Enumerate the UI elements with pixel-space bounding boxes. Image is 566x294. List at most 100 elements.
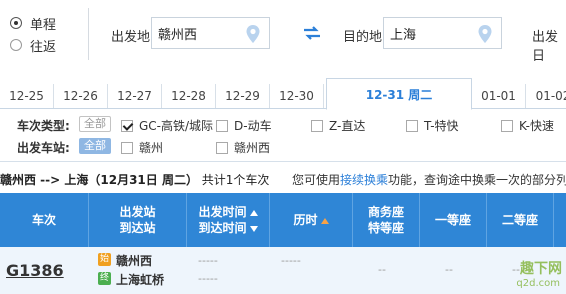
start-station-badge: 始	[98, 253, 111, 266]
to-value: 上海	[390, 27, 417, 43]
th-duration-label: 历时	[293, 213, 318, 227]
radio-button[interactable]	[10, 39, 22, 51]
arrive-time: -----	[198, 272, 218, 285]
radio-round-trip-label: 往返	[30, 39, 57, 55]
route-text: 赣州西 --> 上海（12月31日 周二）	[0, 173, 198, 187]
transfer-hint: 您可使用接续换乘功能，查询途中换乘一次的部分列	[292, 171, 566, 188]
th-arrival-station: 到达站	[119, 221, 156, 235]
filter-station-label: 赣州	[139, 141, 164, 155]
sort-down-icon[interactable]	[249, 225, 258, 232]
checkbox-checked[interactable]	[121, 119, 133, 132]
checkbox[interactable]	[311, 119, 323, 132]
th-duration[interactable]: 历时	[270, 193, 352, 247]
th-second-class-label: 二等座	[501, 213, 538, 227]
th-departure-station: 出发站	[119, 205, 156, 219]
filter-d-checkbox[interactable]: D-动车	[216, 117, 272, 134]
checkbox[interactable]	[121, 141, 133, 154]
date-tab-active[interactable]: 12-31 周二	[326, 78, 472, 110]
th-business-label: 商务座	[367, 205, 404, 219]
divider	[553, 193, 554, 247]
th-depart-time-label: 出发时间	[198, 205, 247, 219]
radio-one-way-label: 单程	[30, 17, 57, 33]
route-summary: 赣州西 --> 上海（12月31日 周二） 共计1个车次	[0, 171, 269, 188]
watermark-url: q2d.com	[516, 278, 560, 289]
filter-d-label: D-动车	[234, 119, 272, 133]
filter-z-label: Z-直达	[329, 119, 366, 133]
to-label: 目的地	[343, 30, 383, 45]
filter-t-checkbox[interactable]: T-特快	[406, 117, 459, 134]
filter-station-label: 赣州西	[234, 141, 271, 155]
swap-icon[interactable]	[303, 26, 321, 40]
end-station-badge: 终	[98, 272, 111, 285]
station-label: 出发车站:	[17, 141, 70, 155]
radio-one-way[interactable]: 单程	[10, 12, 56, 34]
train-type-label: 车次类型:	[17, 119, 70, 133]
date-label: 出发日	[532, 30, 559, 64]
date-tab[interactable]: 01-01	[472, 84, 526, 108]
watermark-logo: 趣下网	[520, 261, 562, 277]
filter-z-checkbox[interactable]: Z-直达	[311, 117, 365, 134]
th-stations: 出发站 到达站	[89, 193, 186, 247]
sort-up-icon[interactable]	[320, 217, 329, 224]
th-arrive-time[interactable]: 到达时间	[198, 220, 258, 236]
radio-button-checked[interactable]	[10, 17, 22, 29]
first-class-seat: --	[445, 263, 453, 276]
trip-type-group: 单程 往返	[10, 12, 56, 56]
departure-station: 赣州西	[116, 254, 153, 268]
table-header: 车次 出发站 到达站 出发时间 到达时间 历时 商务座 特等座 一等座 二等座	[0, 193, 566, 247]
th-times[interactable]: 出发时间 到达时间	[187, 193, 269, 247]
table-row: G1386 始 赣州西 终 上海虹桥 ----- ----- ----- -- …	[0, 247, 566, 294]
checkbox[interactable]	[501, 119, 513, 132]
divider	[88, 8, 89, 60]
arrival-station: 上海虹桥	[116, 273, 165, 287]
date-tab[interactable]: 12-25	[0, 84, 54, 108]
filter-station-ganzhou[interactable]: 赣州	[121, 139, 163, 156]
search-bar: 单程 往返 出发地 赣州西 目的地 上海 出发日	[0, 0, 566, 68]
filter-t-label: T-特快	[424, 119, 459, 133]
business-seat: --	[378, 263, 386, 276]
hint-prefix: 您可使用	[292, 173, 341, 187]
duration: -----	[281, 254, 301, 267]
filter-k-checkbox[interactable]: K-快速	[501, 117, 554, 134]
second-class-seat: --	[512, 263, 520, 276]
from-input[interactable]: 赣州西	[151, 17, 270, 49]
train-type-all-button[interactable]: 全部	[79, 116, 111, 132]
th-duration-sort[interactable]: 历时	[293, 212, 329, 228]
th-first-class: 一等座	[420, 193, 486, 247]
depart-time: -----	[198, 254, 218, 267]
th-arrive-time-label: 到达时间	[198, 221, 247, 235]
date-tab[interactable]: 12-29	[216, 84, 270, 108]
th-premium-label: 特等座	[367, 221, 404, 235]
date-tab[interactable]: 12-30	[270, 84, 324, 108]
th-train-label: 车次	[31, 213, 56, 227]
filter-k-label: K-快速	[519, 119, 554, 133]
checkbox[interactable]	[216, 141, 228, 154]
location-pin-icon[interactable]	[245, 24, 261, 44]
date-tab[interactable]: 01-02	[526, 84, 566, 108]
hint-suffix: 功能，查询途中换乘一次的部分列	[388, 173, 566, 187]
date-tab[interactable]: 12-26	[54, 84, 108, 108]
th-train: 车次	[0, 193, 88, 247]
filter-station-ganzhouxi[interactable]: 赣州西	[216, 139, 270, 156]
from-value: 赣州西	[158, 27, 198, 43]
date-tab[interactable]: 12-27	[108, 84, 162, 108]
result-summary: 赣州西 --> 上海（12月31日 周二） 共计1个车次 您可使用接续换乘功能，…	[0, 161, 566, 193]
checkbox[interactable]	[406, 119, 418, 132]
station-all-button[interactable]: 全部	[79, 138, 111, 154]
transfer-link[interactable]: 接续换乘	[340, 173, 388, 187]
radio-round-trip[interactable]: 往返	[10, 34, 56, 56]
train-number-link[interactable]: G1386	[6, 261, 64, 280]
from-label: 出发地	[111, 30, 151, 45]
th-second-class: 二等座	[487, 193, 553, 247]
sort-up-icon[interactable]	[249, 209, 258, 216]
checkbox[interactable]	[216, 119, 228, 132]
filter-gc-label: GC-高铁/城际	[139, 119, 214, 133]
date-tabs: 12-25 12-26 12-27 12-28 12-29 12-30 12-3…	[0, 78, 566, 110]
to-input[interactable]: 上海	[383, 17, 502, 49]
th-first-class-label: 一等座	[434, 213, 471, 227]
date-tab[interactable]: 12-28	[162, 84, 216, 108]
th-business: 商务座 特等座	[353, 193, 419, 247]
th-depart-time[interactable]: 出发时间	[198, 204, 258, 220]
location-pin-icon[interactable]	[477, 24, 493, 44]
filter-gc-checkbox[interactable]: GC-高铁/城际	[121, 117, 213, 134]
